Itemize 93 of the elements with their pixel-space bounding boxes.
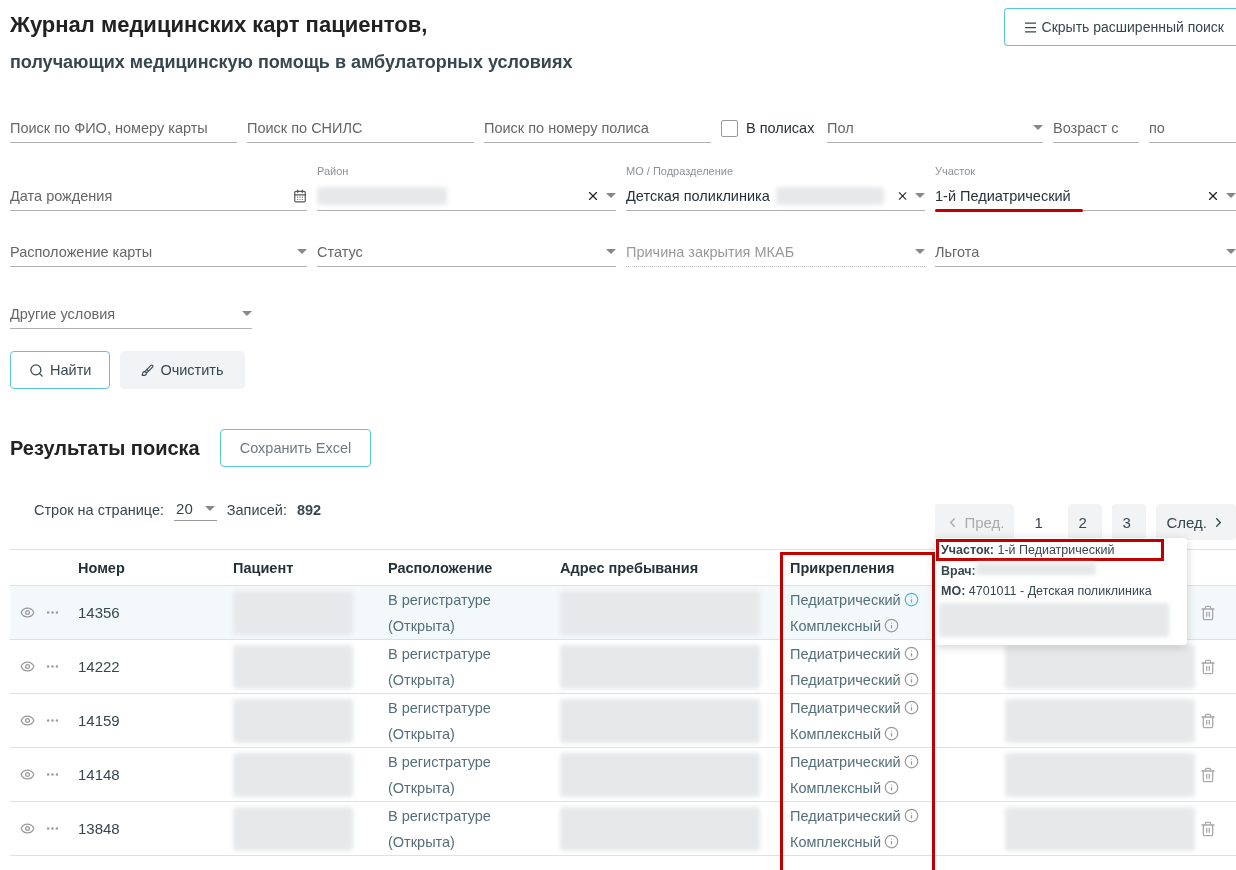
attachment-label: Педиатрический	[790, 644, 901, 663]
export-excel-button[interactable]: Сохранить Excel	[219, 429, 372, 467]
search-button[interactable]: Найти	[10, 351, 111, 389]
info-icon[interactable]	[884, 834, 900, 849]
delete-icon[interactable]	[1200, 712, 1216, 729]
text-field[interactable]: Поиск по номеру полиса	[484, 113, 711, 143]
select-field[interactable]: Участок 1-й Педиатрический	[935, 163, 1236, 211]
text-field[interactable]: по	[1149, 113, 1236, 143]
page-button[interactable]: 2	[1068, 504, 1103, 540]
date-field[interactable]: Дата рождения	[10, 181, 307, 211]
delete-icon[interactable]	[1200, 658, 1216, 675]
info-icon[interactable]	[884, 726, 900, 741]
menu-icon	[1022, 19, 1038, 35]
table-cell-text: (Открыта)	[388, 832, 456, 851]
caret-icon[interactable]	[606, 193, 616, 198]
select-field[interactable]: Статус	[317, 237, 616, 267]
section-title: Результаты поиска	[10, 436, 200, 460]
table-cell-text: В регистратуре	[388, 698, 492, 717]
caret-icon[interactable]	[242, 311, 252, 316]
select-field[interactable]: Другие условия	[10, 299, 252, 329]
info-icon[interactable]	[903, 646, 919, 661]
page-subtitle: получающих медицинскую помощь в амбулаторных условиях	[10, 52, 573, 73]
calendar-icon	[293, 188, 307, 203]
page-title: Журнал медицинских карт пациентов,	[10, 12, 429, 38]
table-cell-text: (Открыта)	[388, 778, 456, 797]
info-icon[interactable]	[903, 672, 919, 687]
table-cell-text: В регистратуре	[388, 590, 492, 609]
caret-icon[interactable]	[297, 249, 307, 254]
hide-search-button[interactable]: Скрыть расширенный поиск	[1003, 8, 1236, 46]
info-icon[interactable]	[903, 754, 919, 769]
caret-icon[interactable]	[915, 193, 925, 198]
info-icon[interactable]	[903, 700, 919, 715]
search-icon	[29, 362, 44, 378]
attachment-label: Педиатрический	[790, 698, 901, 717]
next-page-button[interactable]: След.	[1156, 504, 1236, 540]
tooltip-line: Врач:	[939, 562, 1183, 579]
table-cell-text: (Открыта)	[388, 724, 456, 743]
attachment-label: Комплексный	[790, 616, 882, 635]
delete-icon[interactable]	[1200, 604, 1216, 621]
attachment-label: Педиатрический	[790, 752, 901, 771]
checkbox[interactable]: В полисах	[721, 113, 817, 143]
text-field[interactable]: Поиск по СНИЛС	[247, 113, 474, 143]
table-cell-text: 14356	[77, 604, 121, 621]
text-field[interactable]: Поиск по ФИО, номеру карты	[10, 113, 237, 143]
clear-button[interactable]: Очистить	[120, 351, 245, 389]
select-field[interactable]: Льгота	[935, 237, 1236, 267]
caret-icon[interactable]	[606, 249, 616, 254]
delete-icon[interactable]	[1200, 820, 1216, 837]
rows-per-page-label: Строк на странице:	[34, 502, 165, 518]
attachment-label: Комплексный	[790, 778, 882, 797]
records-label: Записей:	[226, 502, 287, 518]
caret-icon[interactable]	[1226, 193, 1236, 198]
table-cell-text: В регистратуре	[388, 752, 492, 771]
select-field[interactable]: МО / Подразделение Детская поликлиника	[626, 163, 925, 211]
column-header: Расположение	[387, 559, 494, 576]
attachment-label: Педиатрический	[790, 670, 901, 689]
eye-icon[interactable]	[20, 767, 35, 782]
records-count: 892	[297, 502, 322, 518]
info-icon[interactable]	[884, 780, 900, 795]
page-button[interactable]: 3	[1112, 504, 1147, 540]
table-cell-text: 14148	[77, 766, 121, 783]
info-icon[interactable]	[903, 592, 919, 607]
eye-icon[interactable]	[20, 659, 35, 674]
rows-per-page-select[interactable]: 20	[174, 499, 217, 521]
eye-icon[interactable]	[20, 713, 35, 728]
column-header: Прикрепления	[789, 559, 896, 576]
column-header: Номер	[77, 559, 126, 576]
tooltip-line: Участок: 1-й Педиатрический	[939, 542, 1161, 558]
column-header: Пациент	[232, 559, 295, 576]
table-cell-text: В регистратуре	[388, 806, 492, 825]
attachment-label: Комплексный	[790, 832, 882, 851]
table-cell-text: (Открыта)	[388, 616, 456, 635]
table-cell-text: В регистратуре	[388, 644, 492, 663]
table-cell-text: 13848	[77, 820, 121, 837]
select-field[interactable]: Пол	[827, 113, 1043, 143]
select-field[interactable]: Расположение карты	[10, 237, 307, 267]
delete-icon[interactable]	[1200, 766, 1216, 783]
eye-icon[interactable]	[20, 821, 35, 836]
table-cell-text: 14159	[77, 712, 121, 729]
attachment-label: Педиатрический	[790, 590, 901, 609]
caret-icon[interactable]	[1033, 125, 1043, 130]
brush-icon	[141, 363, 155, 377]
info-icon[interactable]	[884, 618, 900, 633]
table-cell-text: 14222	[77, 658, 121, 675]
column-header: Адрес пребывания	[559, 559, 700, 576]
attachment-label: Педиатрический	[790, 806, 901, 825]
text-field[interactable]: Возраст с	[1053, 113, 1139, 143]
table-cell-text: (Открыта)	[388, 670, 456, 689]
attachment-label: Комплексный	[790, 724, 882, 743]
eye-icon[interactable]	[20, 605, 35, 620]
info-icon[interactable]	[903, 808, 919, 823]
caret-icon[interactable]	[1226, 249, 1236, 254]
tooltip-line: МО: 4701011 - Детская поликлиника	[940, 583, 1153, 599]
